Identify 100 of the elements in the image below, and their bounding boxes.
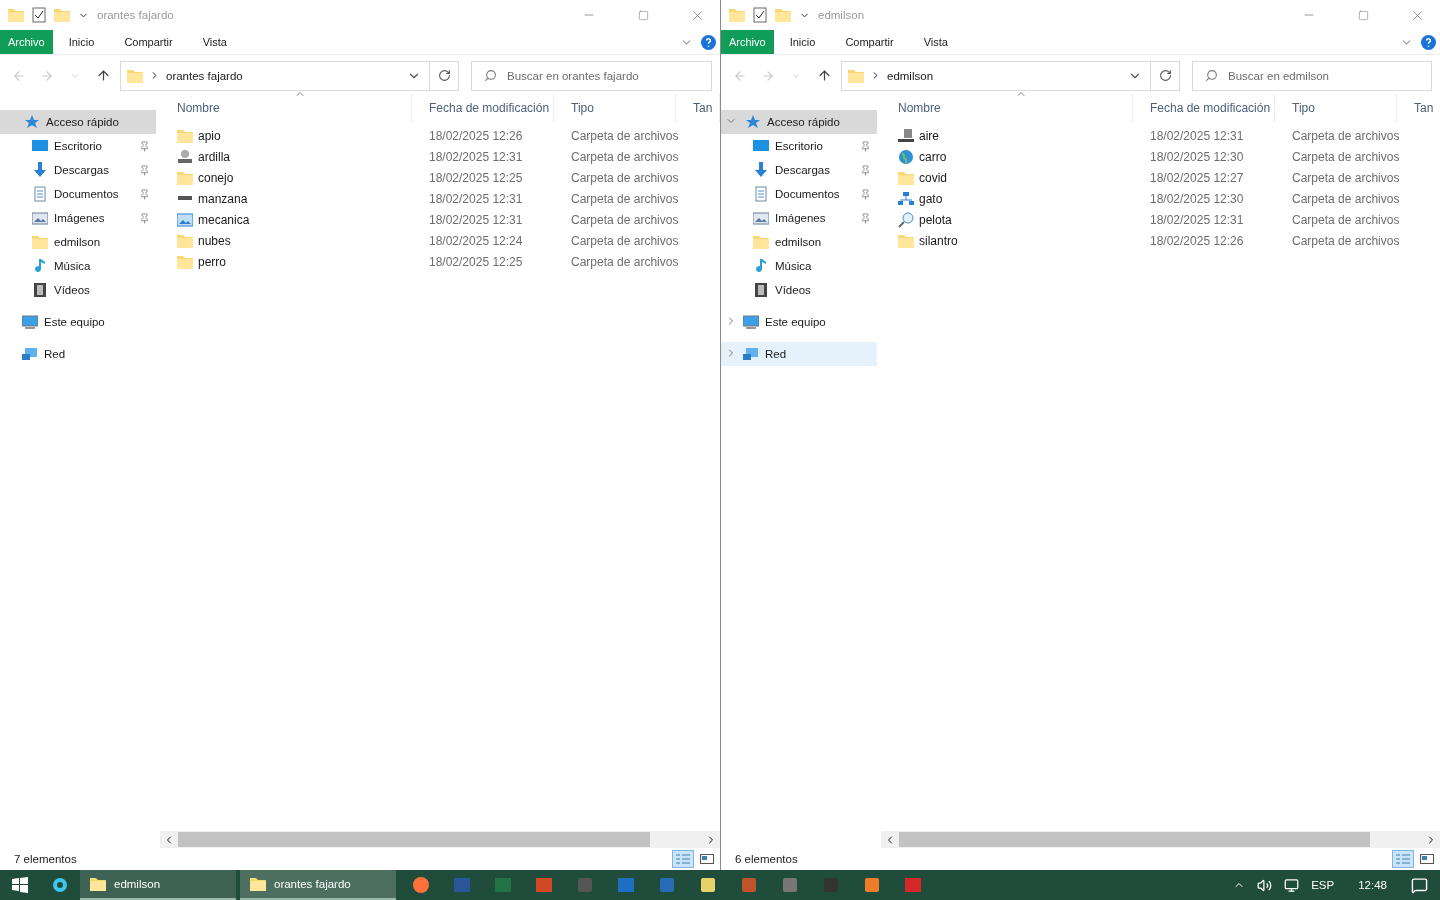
nav-item[interactable]: edmilson — [721, 230, 877, 254]
nav-item[interactable]: Documentos — [0, 182, 156, 206]
nav-item[interactable]: Descargas — [0, 158, 156, 182]
nav-item[interactable]: Imágenes — [721, 206, 877, 230]
file-row[interactable]: silantro 18/02/2025 12:26 Carpeta de archivos — [881, 230, 1440, 251]
ribbon-tab[interactable]: Inicio — [781, 30, 824, 54]
ribbon-tab[interactable]: Archivo — [0, 30, 53, 54]
file-row[interactable]: manzana 18/02/2025 12:31 Carpeta de archivos — [160, 188, 720, 209]
nav-item[interactable]: Red — [0, 342, 156, 366]
address-bar[interactable]: edmilson — [841, 60, 1151, 91]
refresh-button[interactable] — [429, 60, 459, 91]
scrollbar-thumb[interactable] — [899, 832, 1370, 847]
nav-item[interactable]: Vídeos — [0, 278, 156, 302]
file-row[interactable]: apio 18/02/2025 12:26 Carpeta de archivos — [160, 125, 720, 146]
file-row[interactable]: aire 18/02/2025 12:31 Carpeta de archivos — [881, 125, 1440, 146]
app-icon[interactable] — [698, 876, 717, 894]
address-bar[interactable]: orantes fajardo — [120, 60, 430, 91]
folder-icon — [848, 68, 864, 83]
ribbon-tab[interactable]: Inicio — [60, 30, 103, 54]
nav-item[interactable]: Este equipo — [0, 310, 156, 334]
search-icon — [1205, 69, 1218, 82]
taskbar-window-button[interactable]: orantes fajardo — [240, 870, 396, 900]
folder-icon — [54, 8, 70, 22]
nav-item[interactable]: Acceso rápido — [0, 110, 156, 134]
large-icons-icon — [700, 854, 714, 864]
ribbon-tab[interactable]: Vista — [915, 30, 956, 54]
nav-item[interactable]: Documentos — [721, 182, 877, 206]
help-icon[interactable] — [701, 34, 716, 50]
file-name: nubes — [198, 233, 231, 248]
download-arrow-icon — [753, 162, 769, 178]
ribbon-tab[interactable]: Archivo — [721, 30, 774, 54]
folder-icon — [898, 170, 914, 185]
search-field[interactable]: Buscar en orantes fajardo — [471, 60, 712, 91]
date-cell-text: 18/02/2025 12:31 — [428, 212, 524, 227]
folder-icon — [729, 8, 745, 22]
pin-icon[interactable] — [139, 164, 150, 176]
pin-icon[interactable] — [860, 164, 871, 176]
type-cell-text: Carpeta de archivos — [570, 170, 676, 185]
horizontal-scrollbar[interactable] — [160, 831, 720, 848]
nav-item[interactable]: Descargas — [721, 158, 877, 182]
file-row[interactable]: covid 18/02/2025 12:27 Carpeta de archivos — [881, 167, 1440, 188]
nav-item[interactable]: Escritorio — [721, 134, 877, 158]
ribbon-tab[interactable]: Compartir — [837, 30, 902, 54]
nav-item[interactable]: Vídeos — [721, 278, 877, 302]
app-icon[interactable] — [862, 876, 881, 894]
horizontal-scrollbar[interactable] — [881, 831, 1440, 848]
column-header[interactable]: Fecha de modificación — [412, 94, 554, 122]
music-note-icon — [32, 258, 48, 274]
type-cell-text: Carpeta de archivos — [570, 254, 676, 269]
nav-item[interactable]: Red — [721, 342, 877, 366]
ribbon-tab[interactable]: Vista — [194, 30, 235, 54]
file-row[interactable]: carro 18/02/2025 12:30 Carpeta de archivos — [881, 146, 1440, 167]
picture-icon — [32, 210, 48, 226]
file-name: manzana — [198, 191, 248, 206]
maximize-icon — [1357, 9, 1369, 21]
file-name: covid — [919, 170, 947, 185]
pin-icon[interactable] — [860, 188, 871, 200]
column-header[interactable]: Tipo — [554, 94, 676, 122]
folder-icon — [177, 233, 193, 248]
nav-item[interactable]: edmilson — [0, 230, 156, 254]
column-header[interactable]: Tipo — [1275, 94, 1397, 122]
type-cell-text: Carpeta de archivos — [1291, 170, 1397, 185]
file-row[interactable]: gato 18/02/2025 12:30 Carpeta de archivos — [881, 188, 1440, 209]
clock[interactable]: 12:48 — [1358, 879, 1387, 891]
nav-item[interactable]: Escritorio — [0, 134, 156, 158]
properties-icon[interactable] — [32, 7, 46, 23]
properties-icon[interactable] — [753, 7, 767, 23]
search-field[interactable]: Buscar en edmilson — [1192, 60, 1432, 91]
file-row[interactable]: ardilla 18/02/2025 12:31 Carpeta de archivos — [160, 146, 720, 167]
nav-item[interactable]: Música — [721, 254, 877, 278]
nav-item[interactable]: Acceso rápido — [721, 110, 877, 134]
ribbon-tab[interactable]: Compartir — [116, 30, 181, 54]
taskbar-window-button[interactable]: edmilson — [80, 870, 236, 900]
pin-icon[interactable] — [860, 212, 871, 224]
column-header[interactable]: Tan — [1397, 94, 1440, 122]
file-row[interactable]: mecanica 18/02/2025 12:31 Carpeta de archivos — [160, 209, 720, 230]
browser-icon[interactable] — [411, 876, 430, 894]
file-row[interactable]: perro 18/02/2025 12:25 Carpeta de archivos — [160, 251, 720, 272]
file-row[interactable]: conejo 18/02/2025 12:25 Carpeta de archivos — [160, 167, 720, 188]
scrollbar-thumb[interactable] — [178, 832, 650, 847]
column-header[interactable]: Nombre — [160, 94, 412, 122]
pin-icon[interactable] — [139, 140, 150, 152]
notifications-icon[interactable] — [1411, 876, 1428, 894]
file-row[interactable]: pelota 18/02/2025 12:31 Carpeta de archivos — [881, 209, 1440, 230]
network-icon[interactable] — [1284, 877, 1300, 893]
volume-icon[interactable] — [1257, 877, 1273, 893]
download-arrow-icon — [32, 162, 48, 178]
column-header[interactable]: Fecha de modificación — [1133, 94, 1275, 122]
column-header[interactable]: Nombre — [881, 94, 1133, 122]
help-icon[interactable] — [1421, 34, 1436, 50]
nav-item[interactable]: Música — [0, 254, 156, 278]
pin-icon[interactable] — [139, 212, 150, 224]
refresh-button[interactable] — [1150, 60, 1180, 91]
file-row[interactable]: nubes 18/02/2025 12:24 Carpeta de archivos — [160, 230, 720, 251]
pin-icon[interactable] — [139, 188, 150, 200]
nav-item[interactable]: Imágenes — [0, 206, 156, 230]
date-cell-text: 18/02/2025 12:31 — [428, 191, 524, 206]
pin-icon[interactable] — [860, 140, 871, 152]
nav-item[interactable]: Este equipo — [721, 310, 877, 334]
language-indicator[interactable]: ESP — [1311, 879, 1335, 891]
